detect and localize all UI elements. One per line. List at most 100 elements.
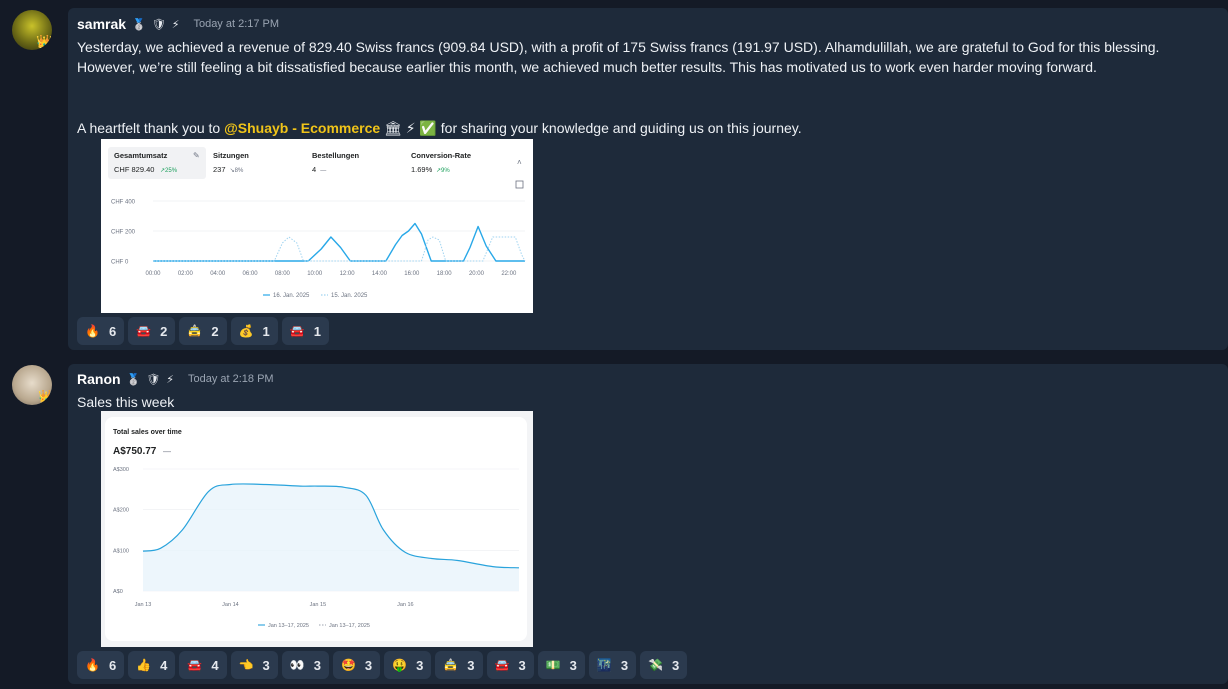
reaction-count: 2	[211, 323, 219, 339]
pointing-icon: 👈	[238, 658, 254, 672]
money-green-icon: 💵	[545, 658, 561, 672]
y-tick-label: A$200	[113, 508, 129, 514]
shield-icon: 🛡	[146, 373, 161, 386]
reaction-count: 1	[262, 323, 270, 339]
legend-label: 16. Jan. 2025	[273, 293, 310, 299]
thumbs-up-icon: 👍	[136, 658, 152, 672]
revenue-chart: Gesamtumsatz CHF 829.40 ↗25% Sitzungen 237 ↘8…	[108, 147, 526, 299]
avatar[interactable]: 👑	[12, 365, 52, 405]
avatar[interactable]: 👑	[12, 10, 52, 50]
message-header: Ranon 🥈 🛡 ⚡ Today at 2:18 PM	[77, 371, 274, 387]
reaction-button[interactable]: 🚘 2	[128, 317, 176, 345]
x-tick-label: 06:00	[243, 271, 259, 277]
reaction-count: 4	[211, 657, 219, 673]
reaction-button[interactable]: 🚘 4	[179, 651, 227, 679]
reaction-count: 3	[364, 657, 373, 673]
timestamp: Today at 2:17 PM	[193, 18, 280, 30]
money-bag-icon: 💰	[238, 324, 254, 338]
x-tick-label: 20:00	[469, 271, 485, 277]
x-tick-label: 18:00	[437, 271, 453, 277]
message-text: Sales this week	[77, 394, 175, 410]
kpi-change: ↗25%	[160, 168, 178, 174]
user-mention[interactable]: @Shuayb - Ecommerce	[224, 120, 380, 136]
username[interactable]: samrak	[77, 16, 126, 32]
x-tick-label: 16:00	[404, 271, 420, 277]
fire-icon: 🔥	[85, 658, 100, 672]
y-tick-label: CHF 200	[111, 230, 136, 236]
reaction-button[interactable]: 🚘 3	[486, 651, 534, 679]
reaction-button[interactable]: 👍 4	[128, 651, 176, 679]
username[interactable]: Ranon	[77, 371, 121, 387]
reaction-button[interactable]: 🌃 3	[588, 651, 637, 679]
reaction-button[interactable]: 💸 3	[640, 651, 688, 679]
x-tick-label: 22:00	[501, 271, 517, 277]
flying-money-icon: 💸	[648, 658, 664, 672]
mention-emoji: 🏛 ⚡ ✅	[384, 120, 437, 136]
reaction-button[interactable]: 👀 3	[281, 651, 329, 679]
reaction-button[interactable]: 👈 3	[230, 651, 278, 679]
medal-icon: 🥈	[132, 18, 146, 31]
lightning-icon: ⚡	[166, 373, 174, 386]
chart-title: Total sales over time	[113, 429, 182, 436]
legend-label: Jan 13–17, 2025	[268, 623, 309, 629]
kpi-value: CHF 829.40	[114, 165, 154, 174]
x-tick-label: 10:00	[307, 271, 323, 277]
reaction-button[interactable]: 🔥 6	[77, 651, 125, 679]
lightning-icon: ⚡	[171, 18, 180, 31]
reaction-count: 3	[569, 657, 577, 673]
x-tick-label: 02:00	[178, 271, 194, 277]
car-icon: 🚘	[136, 324, 152, 338]
y-tick-label: A$0	[113, 589, 123, 595]
chart-card: Total sales over time A$750.77 — A$300 A$200…	[105, 417, 527, 641]
message-text-thanks: A heartfelt thank you to @Shuayb - Ecomm…	[77, 120, 802, 136]
sales-chart: Total sales over time A$750.77 — A$300 A$200…	[113, 429, 520, 629]
y-tick-label: CHF 400	[111, 200, 136, 206]
reaction-count: 3	[313, 657, 321, 673]
attachment-image[interactable]: Gesamtumsatz CHF 829.40 ↗25% Sitzungen 237 ↘8…	[101, 139, 533, 313]
reaction-count: 3	[672, 657, 680, 673]
fire-icon: 🔥	[85, 324, 100, 338]
y-tick-label: CHF 0	[111, 260, 129, 266]
kpi-value: 237	[213, 165, 226, 174]
chart-headline: A$750.77	[113, 446, 157, 457]
legend-label: Jan 13–17, 2025	[329, 623, 370, 629]
reaction-count: 3	[262, 657, 270, 673]
reaction-button[interactable]: 💵 3	[537, 651, 585, 679]
reaction-button[interactable]: 💰 1	[230, 317, 278, 345]
medal-icon: 🥈	[126, 373, 141, 386]
kpi-value: 4	[312, 165, 316, 174]
reaction-button[interactable]: 🤑 3	[384, 651, 432, 679]
kpi-label: Bestellungen	[312, 151, 360, 160]
x-tick-label: 14:00	[372, 271, 388, 277]
reaction-button[interactable]: 🚘 1	[281, 317, 329, 345]
car-blue-icon: 🚘	[494, 658, 510, 672]
shield-icon: 🛡	[151, 18, 166, 31]
eyes-icon: 👀	[289, 658, 305, 672]
car-icon: 🚘	[187, 658, 203, 672]
reaction-button[interactable]: 🚖 3	[435, 651, 483, 679]
reaction-count: 2	[160, 323, 168, 339]
headline-suffix: —	[163, 447, 171, 456]
x-tick-label: Jan 13	[135, 602, 152, 608]
reactions-bar: 🔥 6 👍 4 🚘 4 👈 3 👀 3 🤩 3 🤑 3 🚖 3 🚘 3 💵 3 🌃 3 💸 3	[77, 651, 688, 679]
x-tick-label: Jan 15	[310, 602, 327, 608]
y-tick-label: A$300	[113, 467, 129, 473]
x-tick-label: 12:00	[340, 271, 356, 277]
reaction-button[interactable]: 🔥 6	[77, 317, 125, 345]
reaction-count: 3	[416, 657, 424, 673]
crown-icon: 👑	[36, 34, 52, 49]
money-mouth-icon: 🤑	[392, 658, 408, 672]
attachment-image[interactable]: Total sales over time A$750.77 — A$300 A$200…	[101, 411, 533, 647]
edit-icon: ✎	[193, 151, 200, 160]
message-header: samrak 🥈 🛡 ⚡ Today at 2:17 PM	[77, 16, 279, 32]
zoom-icon	[515, 180, 524, 189]
kpi-change: —	[320, 168, 326, 174]
reaction-button[interactable]: 🚖 2	[179, 317, 227, 345]
reaction-button[interactable]: 🤩 3	[332, 651, 381, 679]
reaction-count: 3	[620, 657, 629, 673]
reaction-count: 6	[108, 323, 117, 339]
message-text: Yesterday, we achieved a revenue of 829.…	[77, 39, 1160, 75]
reaction-count: 6	[108, 657, 117, 673]
kpi-change: ↗9%	[436, 168, 450, 174]
taxi-icon: 🚖	[443, 658, 459, 672]
